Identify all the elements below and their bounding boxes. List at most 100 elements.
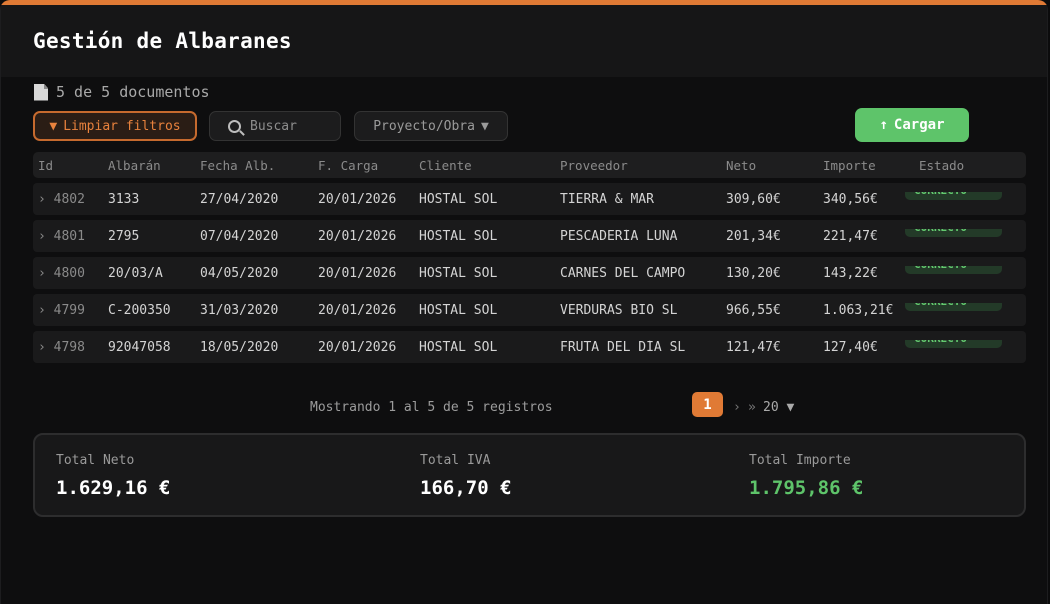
row-importe: 143,22€ <box>823 265 878 281</box>
row-neto: 121,47€ <box>726 339 781 355</box>
row-albaran: 92047058 <box>108 339 171 355</box>
row-estado: CORRECTO <box>905 265 1017 281</box>
clear-filters-label: Limpiar filtros <box>63 118 181 134</box>
search-placeholder: Buscar <box>250 118 297 134</box>
totals-panel: Total Neto 1.629,16 € Total IVA 166,70 €… <box>33 433 1026 517</box>
status-badge: CORRECTO <box>905 191 1002 200</box>
search-icon <box>228 119 241 133</box>
total-iva-label: Total IVA <box>420 453 491 468</box>
row-estado: CORRECTO <box>905 339 1017 355</box>
row-neto: 201,34€ <box>726 228 781 244</box>
status-badge: CORRECTO <box>905 339 1002 348</box>
row-f-carga: 20/01/2026 <box>318 191 397 207</box>
page-title: Gestión de Albaranes <box>33 29 292 53</box>
table-row[interactable]: › 4799 C-200350 31/03/2020 20/01/2026 HO… <box>33 294 1026 326</box>
document-count-text: 5 de 5 documentos <box>56 83 210 101</box>
row-estado: CORRECTO <box>905 302 1017 318</box>
row-proveedor: CARNES DEL CAMPO <box>560 265 686 281</box>
table-row[interactable]: › 4802 3133 27/04/2020 20/01/2026 HOSTAL… <box>33 183 1026 215</box>
document-icon <box>34 83 48 101</box>
row-fecha-alb: 31/03/2020 <box>200 302 279 318</box>
row-importe: 1.063,21€ <box>823 302 894 318</box>
table-row[interactable]: › 4798 92047058 18/05/2020 20/01/2026 HO… <box>33 331 1026 363</box>
row-neto: 309,60€ <box>726 191 781 207</box>
expand-chevron-icon[interactable]: › <box>38 229 54 244</box>
clear-filters-button[interactable]: ▼ Limpiar filtros <box>33 111 197 141</box>
row-neto: 130,20€ <box>726 265 781 281</box>
expand-chevron-icon[interactable]: › <box>38 192 54 207</box>
row-fecha-alb: 07/04/2020 <box>200 228 279 244</box>
page-size-select[interactable]: 20 ▼ <box>763 400 794 415</box>
row-proveedor: VERDURAS BIO SL <box>560 302 678 318</box>
expand-chevron-icon[interactable]: › <box>38 303 54 318</box>
row-f-carga: 20/01/2026 <box>318 228 397 244</box>
row-f-carga: 20/01/2026 <box>318 339 397 355</box>
expand-chevron-icon[interactable]: › <box>38 340 54 355</box>
row-albaran: 3133 <box>108 191 140 207</box>
column-header-id[interactable]: Id <box>33 158 103 173</box>
row-id: › 4798 <box>38 339 85 355</box>
toolbar: ▼ Limpiar filtros Buscar Proyecto/Obra ▼… <box>33 108 1047 143</box>
row-estado: CORRECTO <box>905 228 1017 244</box>
expand-chevron-icon[interactable]: › <box>38 266 54 281</box>
next-page-icon[interactable]: › <box>733 400 741 415</box>
total-neto: Total Neto 1.629,16 € <box>56 453 170 499</box>
total-importe-value: 1.795,86 € <box>749 477 864 499</box>
status-badge: CORRECTO <box>905 302 1002 311</box>
upload-icon: ↑ <box>879 117 888 133</box>
app-window: Gestión de Albaranes 5 de 5 documentos ▼… <box>0 0 1048 604</box>
document-count: 5 de 5 documentos <box>34 83 210 101</box>
row-id: › 4800 <box>38 265 85 281</box>
total-neto-value: 1.629,16 € <box>56 477 171 499</box>
filter-caret-icon: ▼ <box>49 118 58 134</box>
row-importe: 221,47€ <box>823 228 878 244</box>
pagination-summary: Mostrando 1 al 5 de 5 registros <box>310 400 553 415</box>
row-albaran: 20/03/A <box>108 265 163 281</box>
row-fecha-alb: 27/04/2020 <box>200 191 279 207</box>
last-page-icon[interactable]: » <box>748 400 756 415</box>
row-f-carga: 20/01/2026 <box>318 302 397 318</box>
row-cliente: HOSTAL SOL <box>419 228 498 244</box>
pagination: Mostrando 1 al 5 de 5 registros 1 › » 20… <box>1 392 1047 418</box>
row-cliente: HOSTAL SOL <box>419 339 498 355</box>
row-fecha-alb: 18/05/2020 <box>200 339 279 355</box>
upload-label: Cargar <box>893 117 945 133</box>
row-cliente: HOSTAL SOL <box>419 265 498 281</box>
upload-button[interactable]: ↑ Cargar <box>855 108 969 142</box>
row-importe: 127,40€ <box>823 339 878 355</box>
delivery-notes-table: Id Albarán Fecha Alb. F. Carga Cliente P… <box>33 152 1026 363</box>
row-cliente: HOSTAL SOL <box>419 191 498 207</box>
column-header-proveedor[interactable]: Proveedor <box>555 158 721 173</box>
project-select-label: Proyecto/Obra <box>373 118 475 134</box>
column-header-f-carga[interactable]: F. Carga <box>313 158 414 173</box>
chevron-down-icon: ▼ <box>480 118 489 134</box>
project-select[interactable]: Proyecto/Obra ▼ <box>354 111 508 141</box>
page-button-current[interactable]: 1 <box>692 392 723 417</box>
search-input[interactable]: Buscar <box>209 111 341 141</box>
row-importe: 340,56€ <box>823 191 878 207</box>
total-iva-value: 166,70 € <box>420 477 512 499</box>
column-header-importe[interactable]: Importe <box>818 158 914 173</box>
table-row[interactable]: › 4801 2795 07/04/2020 20/01/2026 HOSTAL… <box>33 220 1026 252</box>
total-iva: Total IVA 166,70 € <box>420 453 512 499</box>
column-header-cliente[interactable]: Cliente <box>414 158 555 173</box>
status-badge: CORRECTO <box>905 265 1002 274</box>
column-header-estado[interactable]: Estado <box>914 158 1026 173</box>
row-neto: 966,55€ <box>726 302 781 318</box>
column-header-neto[interactable]: Neto <box>721 158 818 173</box>
header: Gestión de Albaranes <box>1 5 1047 77</box>
row-proveedor: TIERRA & MAR <box>560 191 654 207</box>
row-cliente: HOSTAL SOL <box>419 302 498 318</box>
row-proveedor: PESCADERÍA LUNA <box>560 228 678 244</box>
status-badge: CORRECTO <box>905 228 1002 237</box>
row-albaran: 2795 <box>108 228 140 244</box>
row-id: › 4799 <box>38 302 85 318</box>
column-header-albaran[interactable]: Albarán <box>103 158 195 173</box>
total-neto-label: Total Neto <box>56 453 135 468</box>
row-f-carga: 20/01/2026 <box>318 265 397 281</box>
column-header-fecha-alb[interactable]: Fecha Alb. <box>195 158 313 173</box>
table-header: Id Albarán Fecha Alb. F. Carga Cliente P… <box>33 152 1026 178</box>
table-row[interactable]: › 4800 20/03/A 04/05/2020 20/01/2026 HOS… <box>33 257 1026 289</box>
total-importe: Total Importe 1.795,86 € <box>749 453 863 499</box>
row-estado: CORRECTO <box>905 191 1017 207</box>
